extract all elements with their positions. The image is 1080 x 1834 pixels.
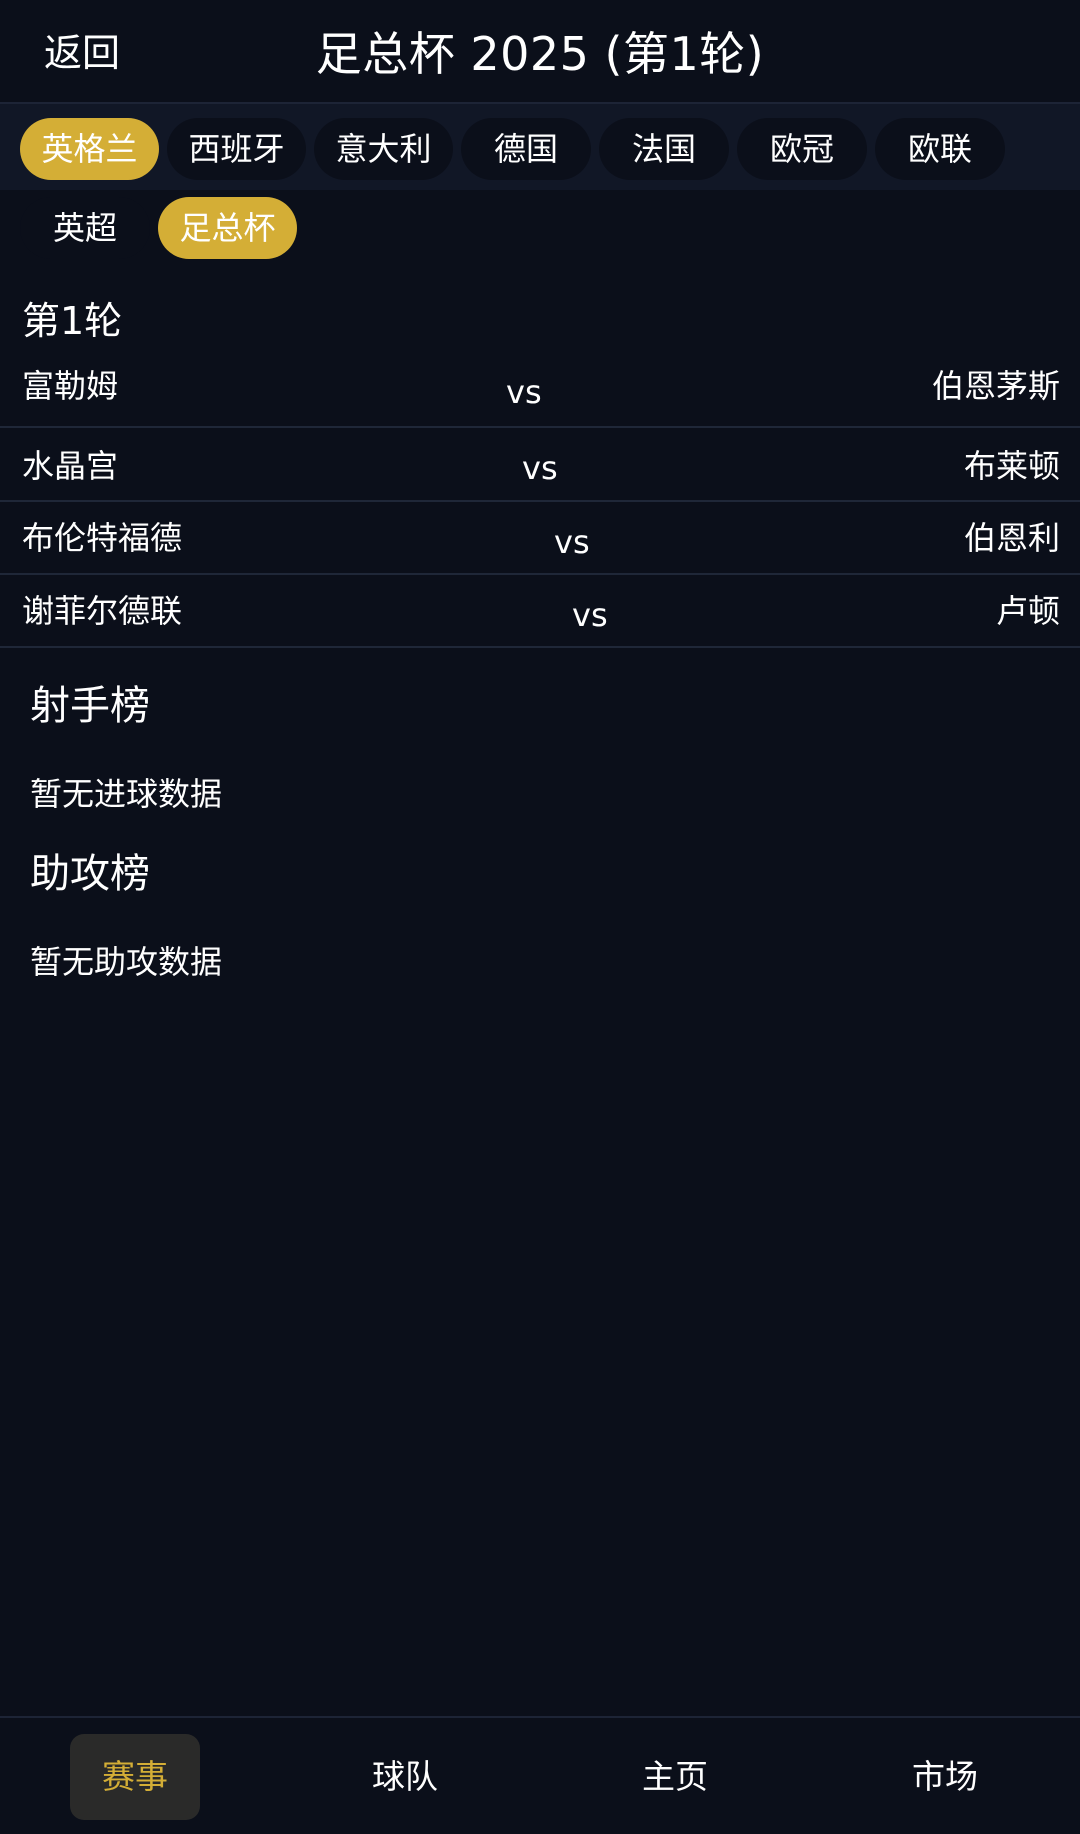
- away-team: 布莱顿: [963, 447, 1060, 485]
- tab-spain[interactable]: 西班牙: [167, 118, 306, 180]
- assists-empty-note: 暂无助攻数据: [30, 943, 223, 981]
- tab-champions-league[interactable]: 欧冠: [737, 118, 867, 180]
- away-team: 伯恩利: [963, 519, 1060, 557]
- nav-matches[interactable]: 赛事: [70, 1734, 200, 1820]
- bottom-nav: 赛事 球队 主页 市场: [0, 1716, 1080, 1834]
- vs-label: vs: [554, 523, 590, 561]
- scorers-empty-note: 暂无进球数据: [30, 775, 223, 813]
- assists-title: 助攻榜: [30, 851, 150, 897]
- nav-market[interactable]: 市场: [880, 1734, 1010, 1820]
- tab-england[interactable]: 英格兰: [20, 118, 159, 180]
- scorers-title: 射手榜: [30, 683, 150, 729]
- tab-france[interactable]: 法国: [599, 118, 729, 180]
- fixture-row[interactable]: 谢菲尔德联 vs 卢顿: [0, 575, 1080, 648]
- league-tab-strip: 英超 足总杯: [0, 190, 1080, 266]
- home-team: 水晶宫: [22, 447, 119, 485]
- tab-fa-cup[interactable]: 足总杯: [158, 197, 297, 259]
- away-team: 卢顿: [995, 592, 1060, 630]
- vs-label: vs: [572, 596, 608, 634]
- away-team: 伯恩茅斯: [931, 367, 1060, 405]
- home-team: 布伦特福德: [22, 519, 183, 557]
- vs-label: vs: [522, 449, 558, 487]
- tab-europa-league[interactable]: 欧联: [875, 118, 1005, 180]
- page-title: 足总杯 2025 (第1轮): [315, 27, 765, 81]
- home-team: 谢菲尔德联: [22, 592, 183, 630]
- tab-premier-league[interactable]: 英超: [20, 197, 150, 259]
- round-title: 第1轮: [22, 299, 123, 343]
- tab-italy[interactable]: 意大利: [314, 118, 453, 180]
- home-team: 富勒姆: [22, 367, 119, 405]
- vs-label: vs: [506, 373, 542, 411]
- top-bar: 返回 足总杯 2025 (第1轮): [0, 0, 1080, 104]
- tab-germany[interactable]: 德国: [461, 118, 591, 180]
- nav-teams[interactable]: 球队: [340, 1734, 470, 1820]
- fixture-row[interactable]: 水晶宫 vs 布莱顿: [0, 428, 1080, 502]
- nav-home[interactable]: 主页: [610, 1734, 740, 1820]
- fixture-row[interactable]: 富勒姆 vs 伯恩茅斯: [0, 356, 1080, 428]
- fixture-row[interactable]: 布伦特福德 vs 伯恩利: [0, 502, 1080, 575]
- country-tab-strip: 英格兰 西班牙 意大利 德国 法国 欧冠 欧联: [0, 104, 1080, 190]
